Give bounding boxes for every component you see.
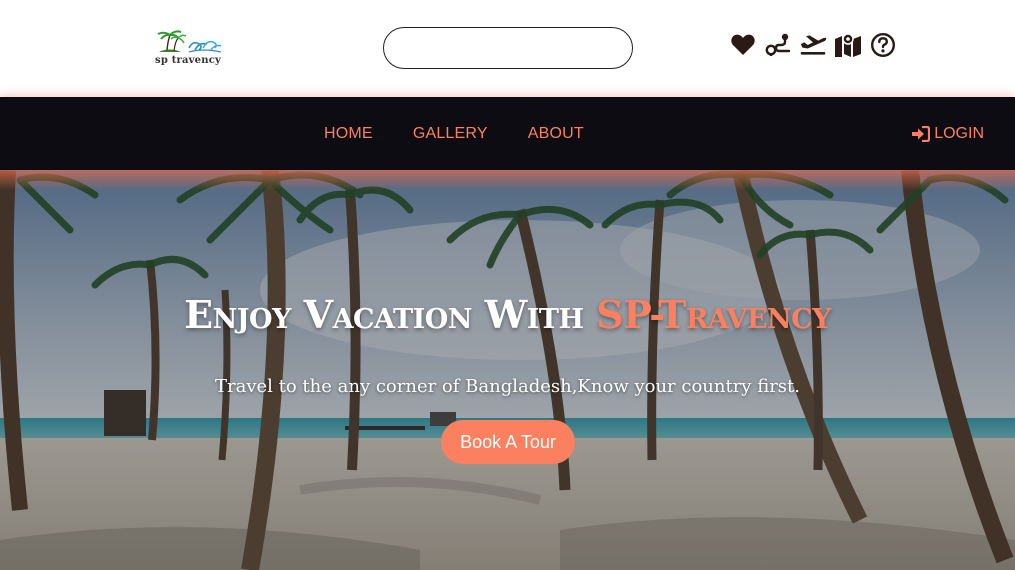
heart-icon[interactable]: [729, 31, 757, 59]
question-circle-icon[interactable]: [869, 31, 897, 59]
hero-title-main: Enjoy Vacation With: [184, 292, 597, 337]
book-tour-button[interactable]: Book A Tour: [441, 420, 575, 464]
login-link[interactable]: LOGIN: [912, 97, 984, 170]
nav-link-home[interactable]: HOME: [324, 125, 373, 143]
sign-in-icon: [912, 125, 931, 142]
hero-title-brand: SP-Travency: [596, 292, 831, 337]
nav-link-about[interactable]: ABOUT: [528, 125, 584, 143]
logo-text: sp travency: [155, 55, 222, 66]
hero-subtitle: Travel to the any corner of Bangladesh,K…: [214, 376, 801, 397]
map-icon[interactable]: [834, 31, 862, 59]
top-header: sp travency: [0, 0, 1015, 97]
nav-links: HOME GALLERY ABOUT: [304, 97, 604, 170]
search-input[interactable]: [383, 27, 633, 69]
header-icons: [729, 31, 897, 59]
hero-title: Enjoy Vacation With SP-Travency: [0, 292, 1015, 337]
login-label: LOGIN: [934, 124, 984, 142]
route-icon[interactable]: [764, 31, 792, 59]
palm-wave-logo-icon: [157, 30, 222, 53]
logo[interactable]: sp travency: [155, 28, 225, 70]
hero-overlay: [0, 170, 1015, 570]
plane-departure-icon[interactable]: [799, 31, 827, 59]
hero-section: Enjoy Vacation With SP-Travency Travel t…: [0, 170, 1015, 570]
nav-link-gallery[interactable]: GALLERY: [413, 125, 488, 143]
main-navbar: HOME GALLERY ABOUT LOGIN: [0, 97, 1015, 170]
hero-top-glow: [0, 170, 1015, 190]
